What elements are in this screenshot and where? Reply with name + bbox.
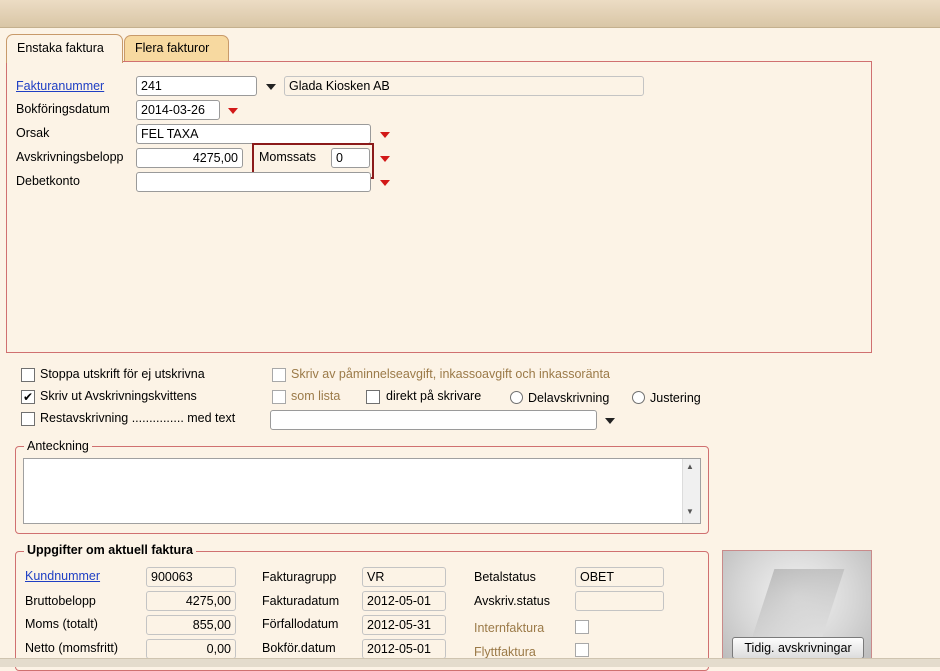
skriv-av-checkbox[interactable]: [272, 368, 286, 382]
som-lista-label: som lista: [291, 389, 341, 403]
anteckning-title: Anteckning: [24, 439, 92, 453]
momssats-dropdown[interactable]: [375, 149, 395, 169]
avskrivstatus-field: [575, 591, 664, 611]
debetkonto-input[interactable]: [136, 172, 371, 192]
restavskrivning-text-dropdown[interactable]: [600, 411, 620, 431]
moms-label: Moms (totalt): [25, 617, 98, 631]
check-icon: ✔: [22, 390, 34, 404]
avskrivningsbelopp-input[interactable]: 4275,00: [136, 148, 243, 168]
internfaktura-checkbox[interactable]: [575, 620, 589, 634]
invoice-details-title: Uppgifter om aktuell faktura: [24, 543, 196, 557]
bokforingsdatum-label: Bokföringsdatum: [16, 102, 110, 116]
fakturagrupp-label: Fakturagrupp: [262, 570, 337, 584]
moms-field: 855,00: [146, 615, 236, 635]
chevron-down-icon: [605, 418, 615, 424]
direkt-label: direkt på skrivare: [386, 389, 482, 403]
bokforingsdatum-dropdown[interactable]: [223, 101, 243, 121]
restavskrivning-checkbox[interactable]: [21, 412, 35, 426]
flyttfaktura-label: Flyttfaktura: [474, 645, 536, 659]
tidig-avskrivningar-button[interactable]: Tidig. avskrivningar: [732, 637, 864, 659]
forfallodatum-field: 2012-05-31: [362, 615, 446, 635]
red-arrow-down-icon: [380, 180, 390, 186]
avskrivstatus-label: Avskriv.status: [474, 594, 550, 608]
momssats-input[interactable]: 0: [331, 148, 370, 168]
kundnummer-link[interactable]: Kundnummer: [25, 569, 100, 583]
tab-label: Flera fakturor: [135, 41, 210, 55]
betalstatus-label: Betalstatus: [474, 570, 536, 584]
stoppa-label: Stoppa utskrift för ej utskrivna: [40, 367, 205, 381]
delavskrivning-radio[interactable]: [510, 391, 523, 404]
netto-field: 0,00: [146, 639, 236, 659]
betalstatus-field: OBET: [575, 567, 664, 587]
title-bar: [0, 0, 940, 28]
skriv-ut-label: Skriv ut Avskrivningskvittens: [40, 389, 197, 403]
orsak-input[interactable]: FEL TAXA: [136, 124, 371, 144]
fakturagrupp-field: VR: [362, 567, 446, 587]
tab-label: Enstaka faktura: [17, 41, 104, 55]
chevron-down-icon: [266, 84, 276, 90]
avskrivningsbelopp-label: Avskrivningsbelopp: [16, 150, 124, 164]
som-lista-checkbox[interactable]: [272, 390, 286, 404]
bokforingsdatum-input[interactable]: 2014-03-26: [136, 100, 220, 120]
anteckning-textarea[interactable]: [23, 458, 701, 524]
netto-label: Netto (momsfritt): [25, 641, 119, 655]
skriv-ut-checkbox[interactable]: ✔: [21, 390, 35, 404]
scroll-down-icon[interactable]: ▼: [686, 507, 694, 516]
restavskrivning-text-input[interactable]: [270, 410, 597, 430]
kundnummer-field: 900063: [146, 567, 236, 587]
fakturadatum-field: 2012-05-01: [362, 591, 446, 611]
momssats-label: Momssats: [259, 150, 316, 164]
bruttobelopp-field: 4275,00: [146, 591, 236, 611]
red-arrow-down-icon: [380, 132, 390, 138]
tab-flera-fakturor[interactable]: Flera fakturor: [124, 35, 229, 61]
orsak-dropdown[interactable]: [375, 125, 395, 145]
fakturanummer-link[interactable]: Fakturanummer: [16, 79, 104, 93]
bruttobelopp-label: Bruttobelopp: [25, 594, 96, 608]
bokfor-datum-field: 2012-05-01: [362, 639, 446, 659]
decorative-shape: [751, 569, 845, 639]
restavskrivning-label: Restavskrivning ............... med text: [40, 411, 236, 425]
internfaktura-label: Internfaktura: [474, 621, 545, 635]
bokfor-datum-label: Bokför.datum: [262, 641, 336, 655]
tab-enstaka-faktura[interactable]: Enstaka faktura: [6, 34, 123, 63]
red-arrow-down-icon: [228, 108, 238, 114]
debetkonto-label: Debetkonto: [16, 174, 80, 188]
fakturanummer-dropdown[interactable]: [261, 77, 281, 97]
flyttfaktura-checkbox[interactable]: [575, 643, 589, 657]
direkt-checkbox[interactable]: [366, 390, 380, 404]
debetkonto-dropdown[interactable]: [375, 173, 395, 193]
orsak-label: Orsak: [16, 126, 50, 140]
scroll-up-icon[interactable]: ▲: [686, 462, 694, 471]
justering-label: Justering: [650, 391, 701, 405]
delavskrivning-label: Delavskrivning: [528, 391, 610, 405]
red-arrow-down-icon: [380, 156, 390, 162]
forfallodatum-label: Förfallodatum: [262, 617, 339, 631]
fakturanummer-input[interactable]: 241: [136, 76, 257, 96]
status-bar: [0, 658, 940, 667]
justering-radio[interactable]: [632, 391, 645, 404]
fakturadatum-label: Fakturadatum: [262, 594, 340, 608]
customer-name-field: Glada Kiosken AB: [284, 76, 644, 96]
stoppa-checkbox[interactable]: [21, 368, 35, 382]
skriv-av-label: Skriv av påminnelseavgift, inkassoavgift…: [291, 367, 610, 381]
